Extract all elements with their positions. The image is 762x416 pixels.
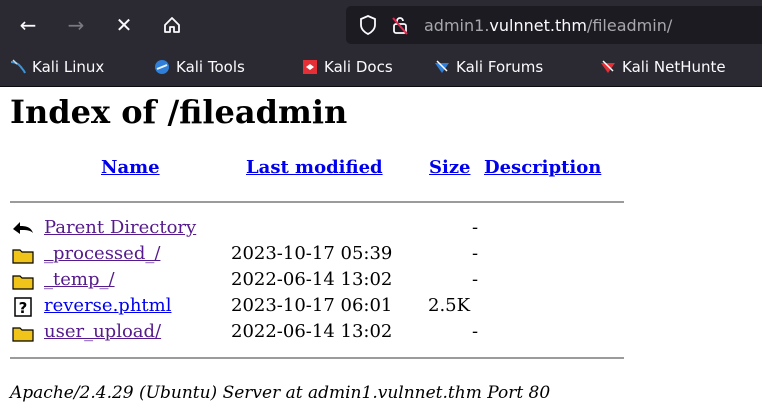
processed-folder-link[interactable]: _processed_/ [44, 243, 160, 264]
url-bar[interactable]: admin1.vulnnet.thm/fileadmin/ [346, 6, 762, 44]
column-header-name[interactable]: Name [101, 157, 160, 178]
table-row: Parent Directory - [10, 217, 630, 241]
row-size: - [472, 217, 479, 238]
kali-docs-icon [302, 59, 318, 75]
row-size: 2.5K [428, 295, 471, 316]
kali-forums-icon [434, 59, 450, 75]
column-header-last-modified[interactable]: Last modified [246, 157, 383, 178]
table-row: _temp_/ 2022-06-14 13:02 - [10, 269, 630, 293]
header-divider [10, 201, 624, 203]
row-modified: 2022-06-14 13:02 [231, 269, 393, 290]
bookmark-label: Kali Linux [32, 58, 105, 76]
bookmark-kali-tools[interactable]: Kali Tools [154, 58, 245, 76]
table-row: ? reverse.phtml 2023-10-17 06:01 2.5K [10, 295, 630, 319]
url-path: /fileadmin/ [586, 15, 673, 35]
row-modified: 2023-10-17 06:01 [231, 295, 393, 316]
url-text[interactable]: admin1.vulnnet.thm/fileadmin/ [424, 16, 672, 35]
user-upload-folder-link[interactable]: user_upload/ [44, 321, 161, 342]
unknown-file-icon: ? [12, 297, 34, 317]
row-modified: 2023-10-17 05:39 [231, 243, 393, 264]
shield-icon[interactable] [356, 13, 380, 37]
column-header-description[interactable]: Description [484, 157, 601, 178]
row-modified: 2022-06-14 13:02 [231, 321, 393, 342]
insecure-lock-icon[interactable] [388, 13, 412, 37]
bookmark-kali-linux[interactable]: Kali Linux [10, 58, 104, 76]
column-header-size[interactable]: Size [429, 157, 471, 178]
reverse-phtml-link[interactable]: reverse.phtml [44, 295, 171, 316]
back-arrow-icon [12, 219, 34, 239]
browser-toolbar: ← → ✕ admin1.vulnnet.thm/fileadmin/ [0, 0, 762, 50]
folder-icon [12, 245, 34, 265]
page-title: Index of /fileadmin [10, 93, 348, 131]
table-row: _processed_/ 2023-10-17 05:39 - [10, 243, 630, 267]
server-signature: Apache/2.4.29 (Ubuntu) Server at admin1.… [10, 383, 551, 403]
bookmark-kali-nethunter[interactable]: Kali NetHunte [600, 58, 726, 76]
arrow-left-icon[interactable]: ← [14, 11, 42, 39]
bookmark-kali-forums[interactable]: Kali Forums [434, 58, 543, 76]
bookmark-label: Kali Forums [456, 58, 544, 76]
temp-folder-link[interactable]: _temp_/ [44, 269, 115, 290]
row-size: - [472, 321, 479, 342]
home-icon[interactable] [158, 11, 186, 39]
close-icon[interactable]: ✕ [110, 11, 138, 39]
svg-text:?: ? [19, 299, 28, 317]
page-content: Index of /fileadmin Name Last modified S… [0, 87, 762, 416]
parent-directory-link[interactable]: Parent Directory [44, 217, 196, 238]
table-row: user_upload/ 2022-06-14 13:02 - [10, 321, 630, 345]
bookmarks-toolbar: Kali Linux Kali Tools Kali Docs Kali For… [0, 50, 762, 87]
folder-icon [12, 323, 34, 343]
row-size: - [472, 243, 479, 264]
kali-nethunter-icon [600, 59, 616, 75]
bookmark-label: Kali Tools [176, 58, 245, 76]
footer-divider [10, 357, 624, 359]
bookmark-kali-docs[interactable]: Kali Docs [302, 58, 393, 76]
kali-dragon-icon [10, 59, 26, 75]
kali-tools-icon [154, 59, 170, 75]
folder-icon [12, 271, 34, 291]
url-host: vulnnet.thm [489, 15, 587, 35]
row-size: - [472, 269, 479, 290]
arrow-right-icon[interactable]: → [62, 11, 90, 39]
url-prefix: admin1. [424, 15, 490, 35]
bookmark-label: Kali Docs [324, 58, 393, 76]
bookmark-label: Kali NetHunte [622, 58, 726, 76]
